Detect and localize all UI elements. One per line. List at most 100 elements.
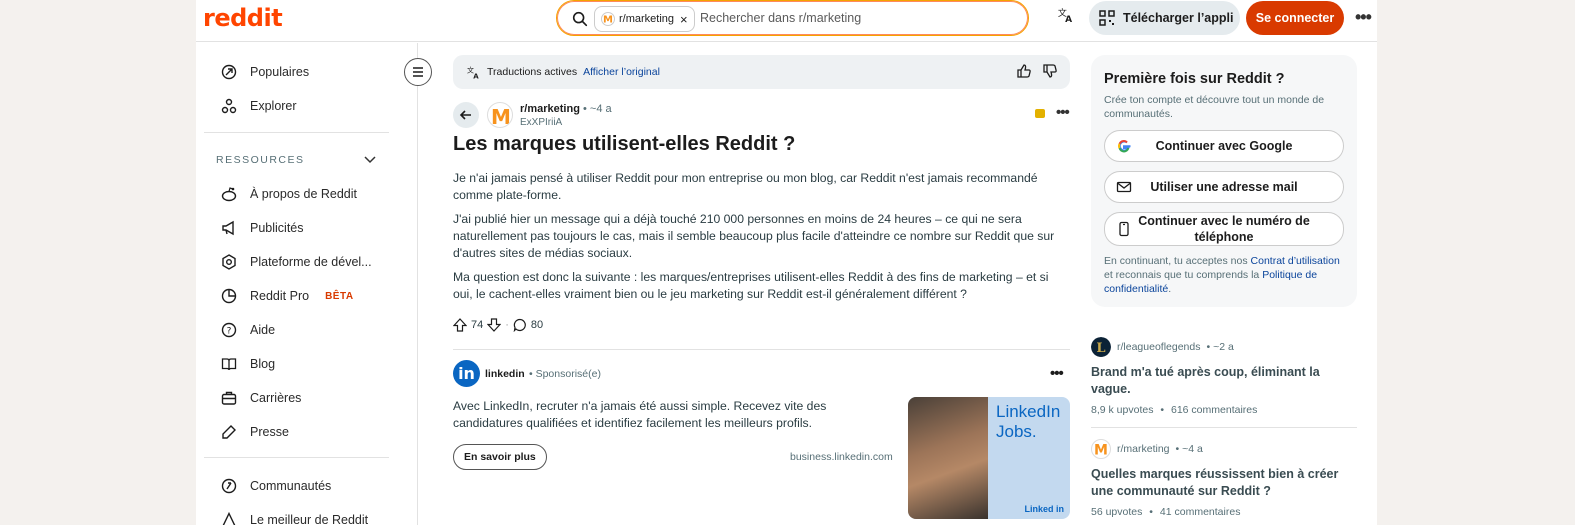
legal-text: En continuant, tu acceptes nos bbox=[1104, 255, 1251, 267]
close-icon[interactable]: × bbox=[680, 12, 688, 27]
related-stats: 56 upvotes • 41 commentaires bbox=[1091, 506, 1357, 518]
resources-header[interactable]: RESSOURCES bbox=[216, 154, 376, 166]
nav-item-developer-platform[interactable]: Plateforme de dével... bbox=[220, 249, 372, 275]
left-sidebar: Populaires Explorer RESSOURCES À propos … bbox=[196, 43, 418, 525]
post-author[interactable]: ExXPIriiA bbox=[520, 117, 562, 128]
press-icon bbox=[220, 423, 238, 441]
page: reddit M r/marketing × Rechercher dans r… bbox=[196, 0, 1377, 525]
resources-header-label: RESSOURCES bbox=[216, 154, 305, 166]
related-upvotes: 56 upvotes bbox=[1091, 506, 1143, 518]
ad-domain[interactable]: business.linkedin.com bbox=[790, 451, 893, 463]
ad-photo bbox=[908, 397, 988, 519]
search-icon bbox=[572, 11, 588, 27]
more-options-icon[interactable]: ••• bbox=[1056, 104, 1070, 121]
menu-icon bbox=[413, 67, 423, 77]
more-options-icon[interactable]: ••• bbox=[1355, 7, 1372, 28]
svg-text:A: A bbox=[1065, 15, 1072, 24]
related-post[interactable]: M r/marketing • ~4 a Quelles marques réu… bbox=[1091, 439, 1357, 518]
arrow-left-icon bbox=[459, 110, 471, 120]
user-agreement-link[interactable]: Contrat d’utilisation bbox=[1251, 255, 1340, 267]
nav-item-careers[interactable]: Carrières bbox=[220, 385, 301, 411]
vote-count: 74 bbox=[471, 319, 484, 331]
post-subreddit[interactable]: r/marketing bbox=[520, 103, 580, 115]
related-comments: 41 commentaires bbox=[1159, 506, 1241, 518]
post-paragraph: Ma question est donc la suivante : les m… bbox=[453, 270, 1049, 301]
sponsored-label: • Sponsorisé(e) bbox=[529, 368, 601, 380]
nav-item-explore[interactable]: Explorer bbox=[220, 93, 297, 119]
downvote-icon[interactable] bbox=[487, 318, 502, 332]
ad-image-headline-line: Jobs. bbox=[996, 422, 1037, 441]
nav-item-press[interactable]: Presse bbox=[220, 419, 289, 445]
related-upvotes: 8,9 k upvotes bbox=[1091, 404, 1154, 416]
search-bar[interactable]: M r/marketing × Rechercher dans r/market… bbox=[556, 0, 1029, 36]
nav-item-label: Blog bbox=[250, 357, 276, 371]
post-header: M r/marketing • ~4 a ExXPIriiA ••• bbox=[453, 102, 1070, 130]
nav-item-label: Communautés bbox=[250, 479, 332, 493]
beta-badge: BÊTA bbox=[325, 290, 354, 302]
nav-item-communities[interactable]: Communautés bbox=[220, 473, 331, 499]
related-subreddit[interactable]: r/leagueoflegends bbox=[1117, 341, 1200, 353]
subreddit-avatar[interactable]: M bbox=[487, 102, 513, 128]
nav-item-reddit-pro[interactable]: Reddit Pro BÊTA bbox=[220, 283, 354, 309]
ad-image-headline-line: LinkedIn bbox=[996, 402, 1061, 421]
related-post-meta: L r/leagueoflegends • ~2 a bbox=[1091, 337, 1357, 357]
related-post[interactable]: L r/leagueoflegends • ~2 a Brand m'a tué… bbox=[1091, 337, 1357, 416]
post-title: Les marques utilisent-elles Reddit ? bbox=[453, 133, 796, 155]
search-chip-label: r/marketing bbox=[619, 13, 675, 25]
show-original-link[interactable]: Afficher l’original bbox=[583, 66, 660, 78]
download-app-button[interactable]: Télécharger l’appli bbox=[1089, 1, 1240, 35]
nav-item-popular[interactable]: Populaires bbox=[220, 59, 309, 85]
ad-image[interactable]: LinkedIn Jobs. Linked in bbox=[908, 397, 1070, 519]
related-post-meta: M r/marketing • ~4 a bbox=[1091, 439, 1357, 459]
back-button[interactable] bbox=[453, 102, 479, 128]
related-time: • ~4 a bbox=[1175, 443, 1203, 455]
translation-bar: 文A Traductions actives Afficher l’origin… bbox=[453, 55, 1070, 89]
login-button[interactable]: Se connecter bbox=[1246, 1, 1344, 35]
related-subreddit[interactable]: r/marketing bbox=[1117, 443, 1170, 455]
nav-item-label: À propos de Reddit bbox=[250, 187, 358, 201]
learn-more-button[interactable]: En savoir plus bbox=[453, 444, 547, 470]
svg-text:M: M bbox=[603, 15, 613, 26]
reddit-logo[interactable]: reddit bbox=[203, 4, 283, 32]
communities-icon bbox=[220, 477, 238, 495]
nav-divider bbox=[204, 457, 389, 458]
collapse-sidebar-button[interactable] bbox=[404, 58, 432, 86]
related-title[interactable]: Brand m'a tué après coup, éliminant la v… bbox=[1091, 364, 1357, 398]
legal-notice: En continuant, tu acceptes nos Contrat d… bbox=[1104, 254, 1344, 296]
nav-divider bbox=[204, 132, 389, 133]
google-signin-label: Continuer avec Google bbox=[1155, 139, 1293, 153]
related-title[interactable]: Quelles marques réussissent bien à créer… bbox=[1091, 466, 1357, 500]
nav-item-best-of[interactable]: Le meilleur de Reddit bbox=[220, 507, 368, 525]
top-header: reddit M r/marketing × Rechercher dans r… bbox=[196, 0, 1377, 42]
nav-item-about[interactable]: À propos de Reddit bbox=[220, 181, 357, 207]
phone-signin-button[interactable]: Continuer avec le numéro de téléphone bbox=[1104, 212, 1344, 246]
leagueoflegends-avatar: L bbox=[1091, 337, 1111, 357]
upvote-icon[interactable] bbox=[453, 318, 467, 332]
translate-icon: 文A bbox=[467, 66, 479, 79]
thumbs-down-icon[interactable] bbox=[1042, 63, 1058, 79]
translate-icon[interactable]: 文A bbox=[1054, 6, 1078, 30]
post-time: • ~4 a bbox=[582, 103, 612, 115]
nav-item-blog[interactable]: Blog bbox=[220, 351, 275, 377]
nav-item-help[interactable]: ? Aide bbox=[220, 317, 275, 343]
translation-status: Traductions actives bbox=[487, 66, 578, 78]
thumbs-up-icon[interactable] bbox=[1016, 63, 1032, 79]
megaphone-icon bbox=[220, 219, 238, 237]
comment-count: 80 bbox=[530, 319, 544, 331]
search-scope-chip[interactable]: M r/marketing × bbox=[594, 6, 695, 32]
help-icon: ? bbox=[220, 321, 238, 339]
comment-icon[interactable] bbox=[513, 318, 527, 332]
post-paragraph: Je n'ai jamais pensé à utiliser Reddit p… bbox=[453, 171, 1038, 202]
search-input[interactable]: Rechercher dans r/marketing bbox=[700, 11, 861, 25]
legal-text: et reconnais que tu comprends la bbox=[1104, 269, 1263, 281]
nav-item-ads[interactable]: Publicités bbox=[220, 215, 304, 241]
google-signin-button[interactable]: Continuer avec Google bbox=[1104, 130, 1344, 162]
linkedin-logo-icon[interactable]: in bbox=[453, 360, 480, 387]
mail-icon bbox=[1116, 179, 1132, 195]
more-options-icon[interactable]: ••• bbox=[1050, 365, 1064, 382]
nav-item-label: Explorer bbox=[250, 99, 297, 113]
separator-dot: • bbox=[1149, 506, 1153, 518]
advertiser-name[interactable]: linkedin bbox=[485, 368, 525, 380]
email-signin-button[interactable]: Utiliser une adresse mail bbox=[1104, 171, 1344, 203]
ad-header: in linkedin • Sponsorisé(e) ••• bbox=[453, 360, 1070, 388]
